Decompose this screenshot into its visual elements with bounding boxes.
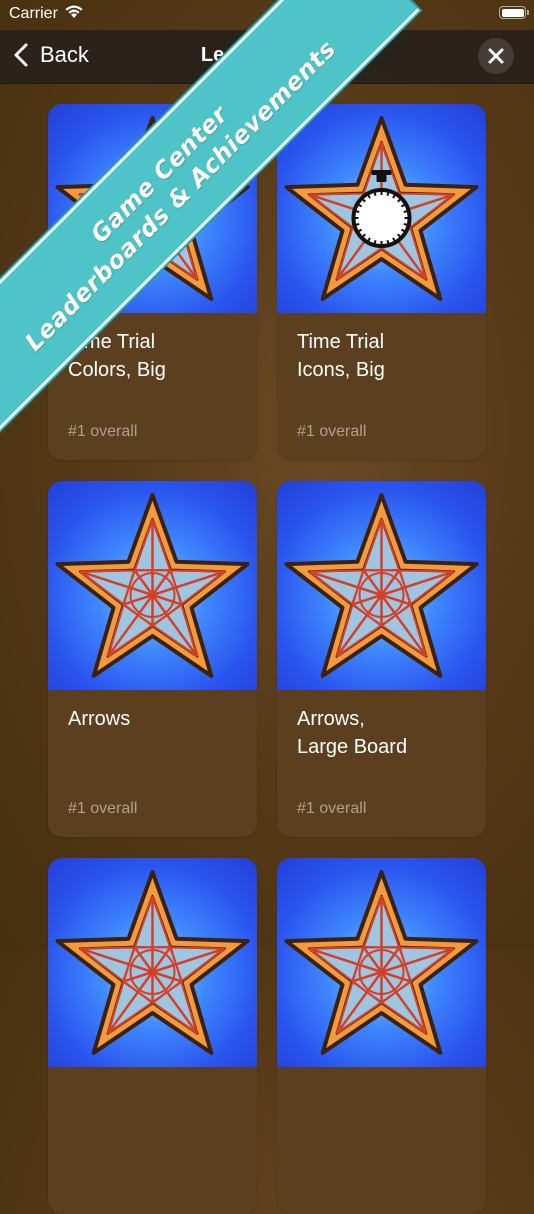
star-icon xyxy=(55,870,250,1055)
card-thumbnail xyxy=(277,104,486,313)
star-icon xyxy=(55,493,250,678)
page-title: Leaderboards xyxy=(200,44,334,66)
card-rank: #1 overall xyxy=(68,800,138,817)
leaderboard-card[interactable] xyxy=(277,858,486,1214)
carrier-label: Carrier xyxy=(9,5,58,22)
card-thumbnail xyxy=(277,481,486,690)
card-thumbnail xyxy=(48,481,257,690)
battery-icon xyxy=(499,6,529,19)
leaderboard-card[interactable]: Time Trial Colors, Big #1 overall xyxy=(48,104,257,460)
card-thumbnail xyxy=(277,858,486,1067)
navigation-bar: Back Leaderboards xyxy=(0,30,534,84)
leaderboard-card[interactable] xyxy=(48,858,257,1214)
card-thumbnail xyxy=(48,104,257,313)
star-stopwatch-icon xyxy=(55,116,250,301)
card-title: Time Trial Colors, Big xyxy=(68,331,166,381)
leaderboard-card[interactable]: Time Trial Icons, Big #1 overall xyxy=(277,104,486,460)
card-title: Time Trial Icons, Big xyxy=(297,331,385,381)
leaderboard-card[interactable]: Arrows, Large Board #1 overall xyxy=(277,481,486,837)
status-bar: Carrier xyxy=(0,0,534,30)
wifi-icon xyxy=(64,4,84,25)
close-button[interactable] xyxy=(478,38,514,74)
card-title: Arrows xyxy=(68,708,131,730)
card-rank: #1 overall xyxy=(68,423,138,440)
card-rank: #1 overall xyxy=(297,800,367,817)
leaderboard-card[interactable]: Arrows #1 overall xyxy=(48,481,257,837)
star-icon xyxy=(284,493,479,678)
card-thumbnail xyxy=(48,858,257,1067)
card-title: Arrows, Large Board xyxy=(297,708,408,758)
close-icon xyxy=(488,48,504,64)
star-stopwatch-icon xyxy=(284,116,479,301)
star-icon xyxy=(284,870,479,1055)
card-rank: #1 overall xyxy=(297,423,367,440)
